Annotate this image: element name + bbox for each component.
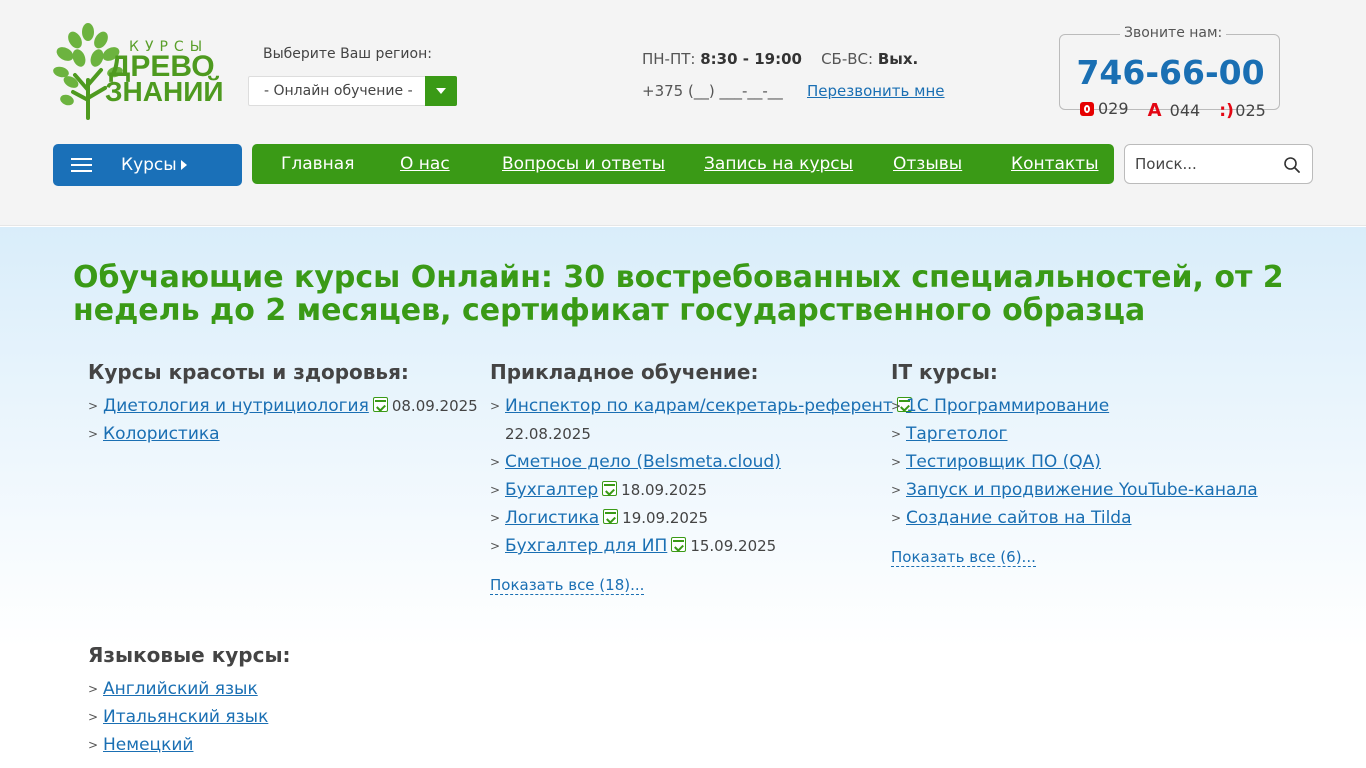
region-select[interactable]: - Онлайн обучение - — [248, 76, 457, 106]
course-link[interactable]: Сметное дело (Belsmeta.cloud) — [505, 452, 781, 472]
list-item: Бухгалтер 18.09.2025 — [490, 476, 916, 504]
course-date: 15.09.2025 — [690, 537, 777, 555]
course-link[interactable]: Итальянский язык — [103, 707, 268, 727]
course-date: 22.08.2025 — [505, 425, 591, 443]
course-link[interactable]: Логистика — [505, 508, 599, 528]
calendar-icon — [603, 509, 619, 524]
mts-icon — [1080, 101, 1094, 116]
list-item: Тестировщик ПО (QA) — [891, 448, 1258, 476]
main-content: Обучающие курсы Онлайн: 30 востребованны… — [0, 227, 1366, 768]
list-item: Логистика 19.09.2025 — [490, 504, 916, 532]
logo[interactable]: КУРСЫ ДРЕВО ЗНАНИЙ — [53, 20, 231, 120]
category-title: IT курсы: — [891, 360, 998, 384]
site-header: КУРСЫ ДРЕВО ЗНАНИЙ Выберите Ваш регион: … — [0, 0, 1366, 226]
phone-number[interactable]: 746-66-00 — [1060, 53, 1281, 92]
course-date: 18.09.2025 — [621, 481, 708, 499]
course-link[interactable]: Диетология и нутрициология — [103, 396, 369, 416]
list-item: Сметное дело (Belsmeta.cloud) — [490, 448, 916, 476]
courses-menu-label: Курсы — [121, 155, 177, 175]
calendar-icon — [372, 397, 388, 412]
search-icon[interactable] — [1284, 157, 1300, 173]
nav-item-home[interactable]: Главная — [281, 154, 354, 174]
weekdays-value: 8:30 - 19:00 — [700, 50, 802, 68]
chevron-right-icon — [181, 160, 187, 170]
list-item: 1С Программирование — [891, 392, 1258, 420]
operator-codes: 029 A 044 :) 025 — [1080, 99, 1280, 120]
life-icon: :) — [1219, 100, 1234, 121]
course-link[interactable]: Запуск и продвижение YouTube-канала — [906, 480, 1258, 500]
operator-life: :) 025 — [1219, 100, 1266, 121]
call-box: Звоните нам: 746-66-00 029 A 044 :) 025 — [1059, 25, 1281, 120]
weekend-value: Вых. — [877, 50, 919, 68]
course-link[interactable]: Колористика — [103, 424, 220, 444]
calendar-icon — [671, 537, 687, 552]
chevron-down-icon[interactable] — [425, 76, 457, 106]
course-link[interactable]: Тестировщик ПО (QA) — [906, 452, 1101, 472]
list-item: Итальянский язык — [88, 703, 291, 731]
a1-icon: A — [1147, 99, 1162, 121]
weekend-label: СБ-ВС: — [821, 50, 874, 68]
callback-link[interactable]: Перезвонить мне — [807, 82, 945, 100]
call-box-label: Звоните нам: — [1120, 25, 1227, 41]
nav-item-reviews[interactable]: Отзывы — [893, 154, 962, 174]
course-link[interactable]: Инспектор по кадрам/секретарь-референт — [505, 396, 893, 416]
nav-item-enroll[interactable]: Запись на курсы — [704, 154, 853, 174]
category-title: Курсы красоты и здоровья: — [88, 360, 409, 384]
page-title-bold: Обучающие курсы Онлайн: — [73, 260, 553, 295]
category-beauty: Курсы красоты и здоровья: Диетология и н… — [88, 360, 478, 448]
list-item: Немецкий — [88, 731, 291, 759]
category-title: Прикладное обучение: — [490, 360, 759, 384]
nav-item-contacts[interactable]: Контакты — [1011, 154, 1099, 174]
list-item: Создание сайтов на Tilda — [891, 504, 1258, 532]
operator-a1: A 044 — [1147, 99, 1201, 121]
operator-mts: 029 — [1080, 99, 1129, 118]
list-item: Инспектор по кадрам/секретарь-референт 22… — [490, 392, 916, 448]
show-all-link[interactable]: Показать все (18)... — [490, 576, 645, 595]
list-item: Диетология и нутрициология 08.09.2025 — [88, 392, 478, 420]
nav-item-faq[interactable]: Вопросы и ответы — [502, 154, 665, 174]
search-input[interactable] — [1135, 153, 1275, 175]
category-it: IT курсы: 1С Программирование Таргетолог… — [891, 360, 1258, 567]
list-item: Английский язык — [88, 675, 291, 703]
category-title: Языковые курсы: — [88, 643, 291, 667]
phone-input[interactable]: +375 (__) ___-__-__ — [642, 82, 783, 100]
course-link[interactable]: Создание сайтов на Tilda — [906, 508, 1132, 528]
logo-title-line2: ЗНАНИЙ — [105, 76, 224, 107]
category-applied: Прикладное обучение: Инспектор по кадрам… — [490, 360, 916, 595]
course-link[interactable]: Бухгалтер для ИП — [505, 536, 667, 556]
category-languages: Языковые курсы: Английский язык Итальянс… — [88, 643, 291, 759]
list-item: Таргетолог — [891, 420, 1258, 448]
courses-menu-button[interactable]: Курсы — [53, 144, 242, 186]
course-link[interactable]: Бухгалтер — [505, 480, 598, 500]
list-item: Колористика — [88, 420, 478, 448]
region-label: Выберите Ваш регион: — [263, 46, 432, 62]
course-link[interactable]: Английский язык — [103, 679, 258, 699]
list-item: Запуск и продвижение YouTube-канала — [891, 476, 1258, 504]
weekdays-label: ПН-ПТ: — [642, 50, 696, 68]
show-all-link[interactable]: Показать все (6)... — [891, 548, 1036, 567]
list-item: Бухгалтер для ИП 15.09.2025 — [490, 532, 916, 560]
working-hours: ПН-ПТ: 8:30 - 19:00 СБ-ВС: Вых. — [642, 50, 918, 68]
page-title: Обучающие курсы Онлайн: 30 востребованны… — [73, 261, 1293, 327]
calendar-icon — [602, 481, 618, 496]
course-link[interactable]: Немецкий — [103, 735, 193, 755]
course-link[interactable]: Таргетолог — [906, 424, 1008, 444]
course-date: 19.09.2025 — [622, 509, 709, 527]
nav-item-about[interactable]: О нас — [400, 154, 450, 174]
main-nav: Главная О нас Вопросы и ответы Запись на… — [252, 144, 1114, 184]
course-link[interactable]: 1С Программирование — [906, 396, 1109, 416]
hamburger-icon — [71, 158, 92, 172]
region-select-value: - Онлайн обучение - — [264, 83, 413, 99]
course-date: 08.09.2025 — [391, 397, 478, 415]
search-box — [1124, 144, 1313, 184]
